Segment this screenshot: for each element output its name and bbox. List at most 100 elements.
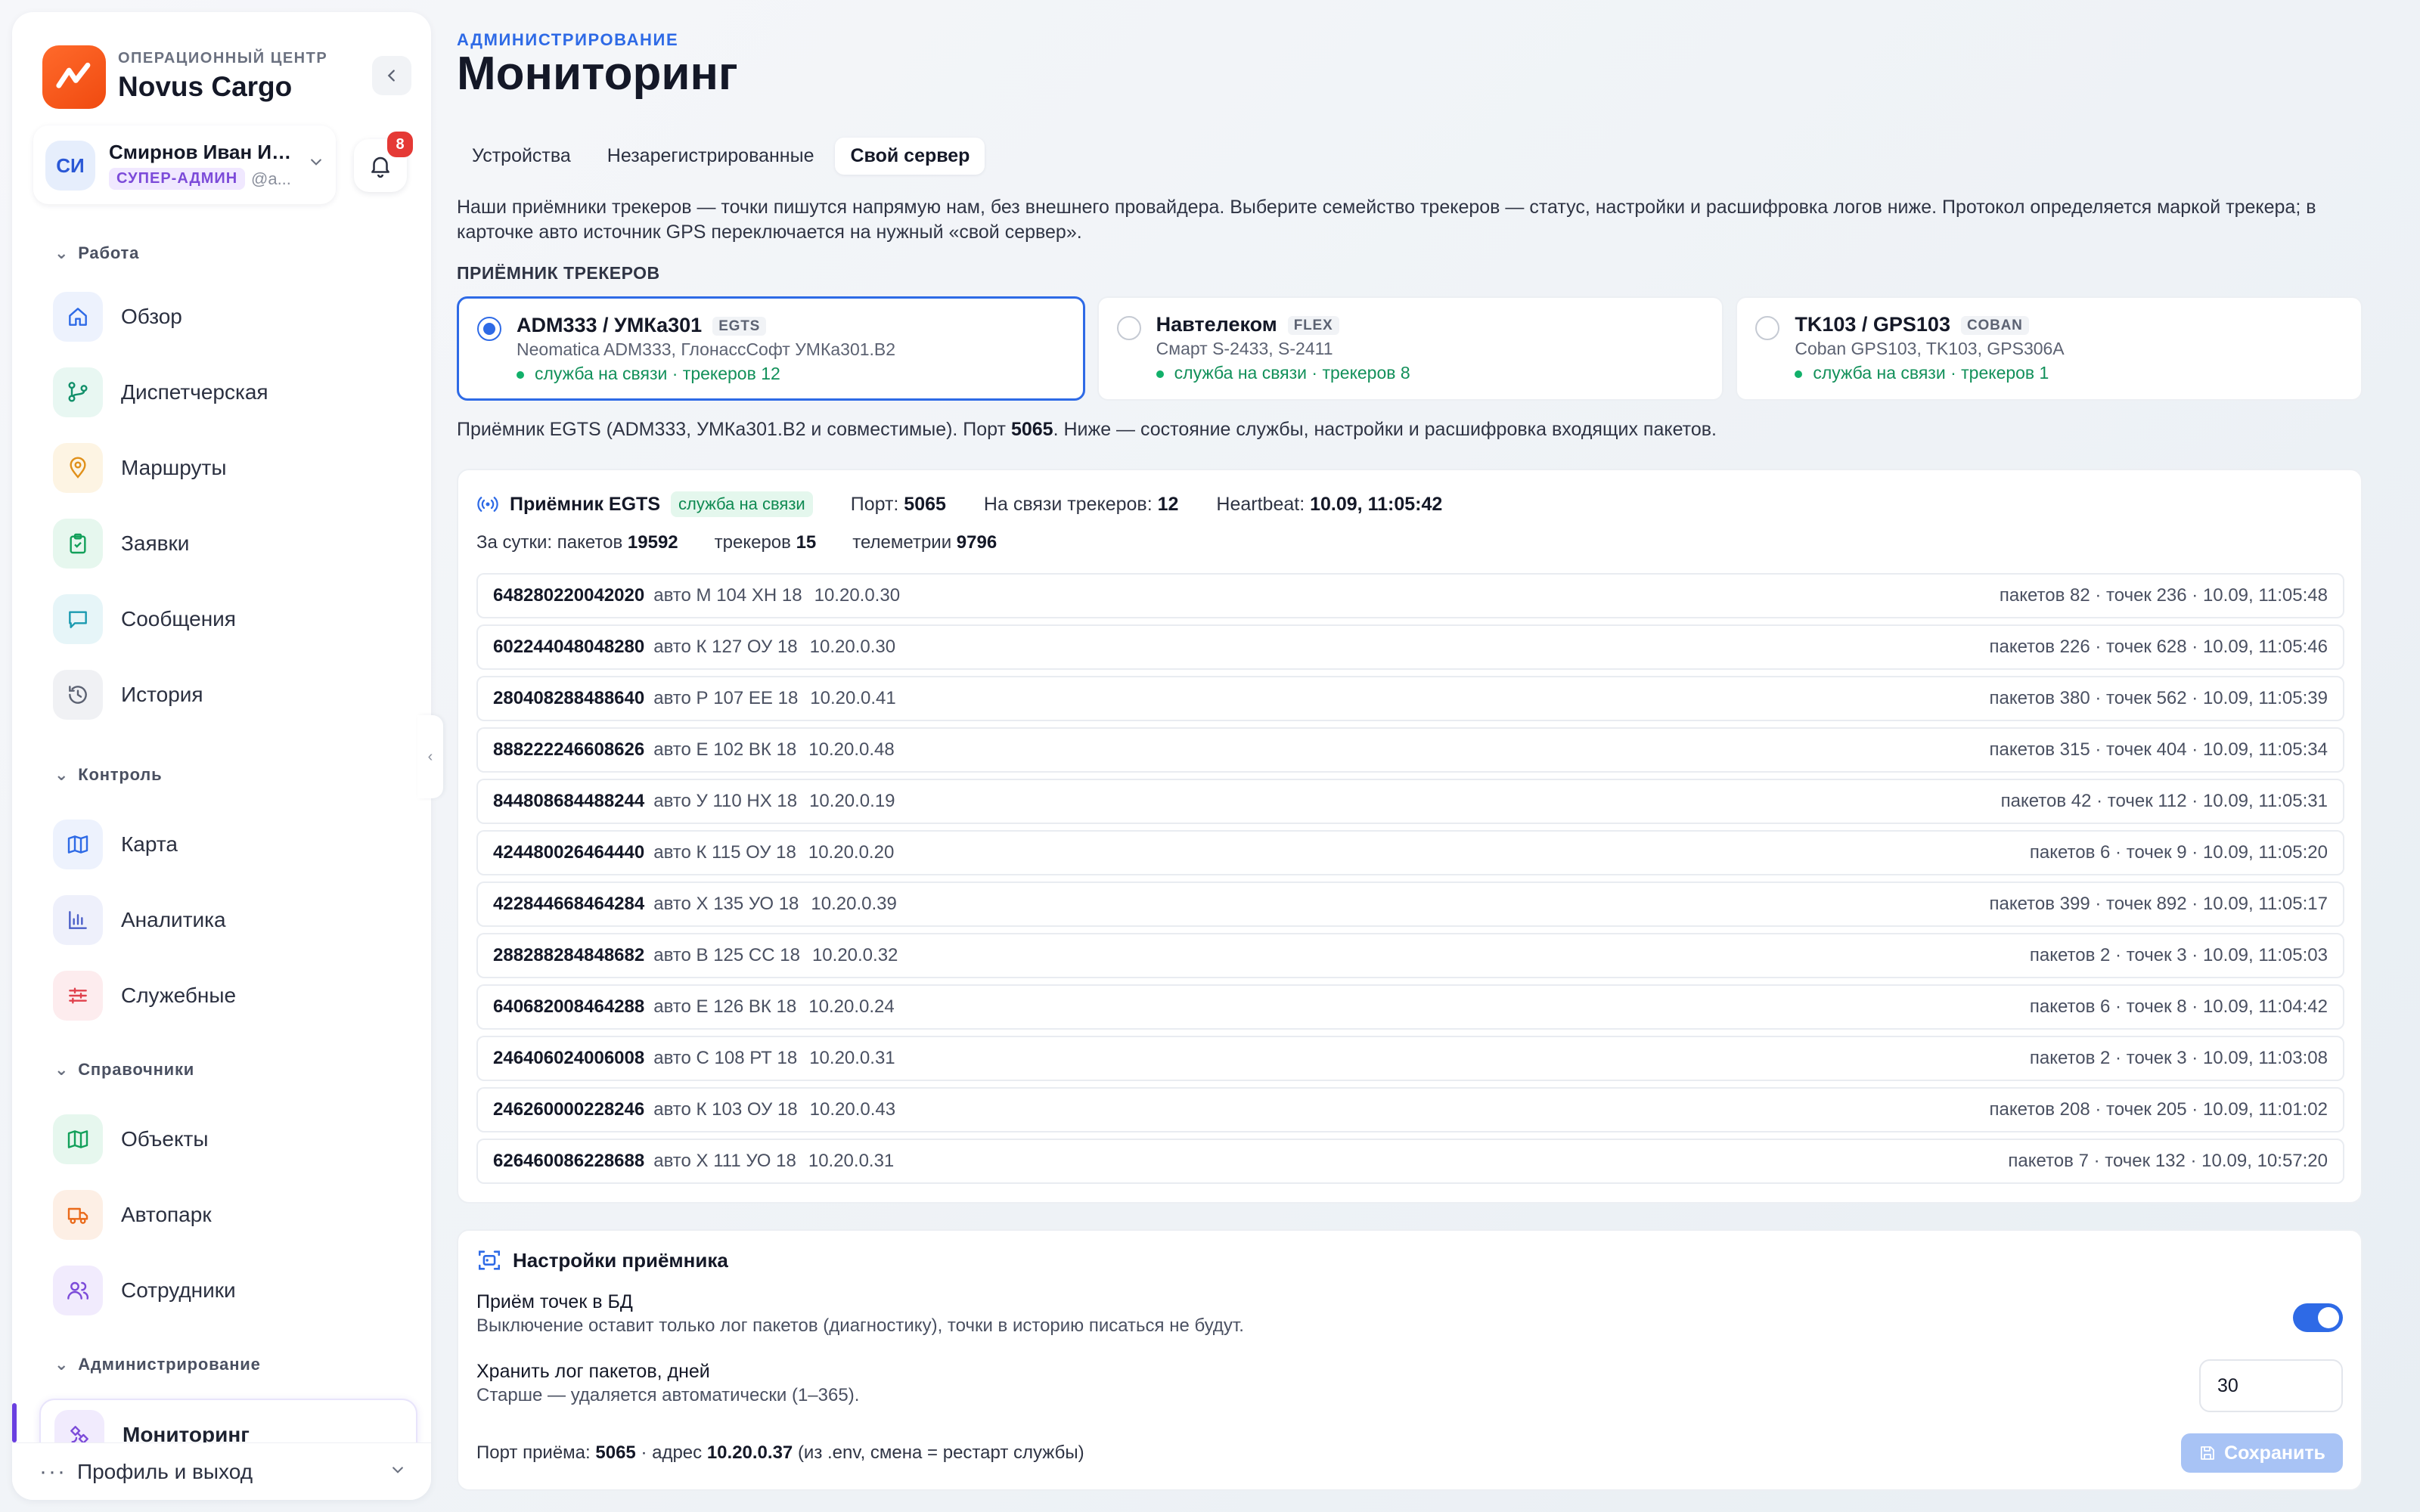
log-days-input[interactable] [2199, 1359, 2343, 1412]
page: ОПЕРАЦИОННЫЙ ЦЕНТР Novus Cargo СИ Смирно… [0, 0, 2420, 1512]
tracker-car: авто У 110 НХ 18 [653, 791, 798, 811]
table-row[interactable]: 246406024006008 авто С 108 РТ 18 10.20.0.3… [476, 1036, 2344, 1081]
nav-item-orders[interactable]: Заявки [39, 513, 417, 575]
table-row[interactable]: 280408288488640 авто Р 107 ЕЕ 18 10.20.0.4… [476, 676, 2344, 721]
save-button[interactable]: Сохранить [2181, 1433, 2343, 1473]
nav-item-fleet[interactable]: Автопарк [39, 1184, 417, 1246]
log-setting-title: Хранить лог пакетов, дней [476, 1361, 710, 1382]
brand: ОПЕРАЦИОННЫЙ ЦЕНТР Novus Cargo [32, 33, 410, 109]
chat-icon [53, 594, 103, 644]
nav-item-dispatch[interactable]: Диспетчерская [39, 361, 417, 423]
tracker-imei: 280408288488640 [493, 688, 645, 708]
tab-own-server[interactable]: Свой сервер [835, 138, 985, 175]
service-header: Приёмник EGTS служба на связи Порт: 5065… [476, 491, 1442, 517]
nav-section-control[interactable]: ⌄ Контроль [54, 765, 162, 785]
profile-menu[interactable]: ··· Профиль и выход [12, 1442, 431, 1500]
tracker-stats: пакетов 6 · точек 9 · 10.09, 11:05:20 [2029, 842, 2328, 863]
user-role-badge: СУПЕР-АДМИН [109, 168, 246, 190]
protocol-tag: EGTS [712, 316, 767, 336]
table-row[interactable]: 246260000228246 авто К 103 ОУ 18 10.20.0.4… [476, 1087, 2344, 1132]
receiver-card-coban[interactable]: TK103 / GPS103 COBAN Coban GPS103, TK103,… [1736, 296, 2363, 401]
page-title: Мониторинг [457, 48, 738, 100]
table-row[interactable]: 422844668464284 авто Х 135 УО 18 10.20.0.3… [476, 881, 2344, 927]
db-points-toggle[interactable] [2293, 1303, 2343, 1332]
receiver-description: Приёмник EGTS (ADM333, УМКа301.В2 и совм… [457, 419, 1717, 440]
user-menu[interactable]: СИ Смирнов Иван Ив... СУПЕР-АДМИН @a... [33, 125, 336, 204]
protocol-tag: FLEX [1287, 315, 1339, 335]
save-icon [2201, 1446, 2214, 1460]
nav-label: Объекты [121, 1127, 209, 1151]
nav-label: Автопарк [121, 1203, 212, 1226]
table-row[interactable]: 602244048048280 авто К 127 ОУ 18 10.20.0.3… [476, 624, 2344, 670]
status-badge: служба на связи [671, 491, 813, 517]
tracker-imei: 422844668464284 [493, 894, 645, 914]
brand-logo-icon [42, 45, 106, 109]
map-icon [53, 820, 103, 869]
tracker-car: авто М 104 ХН 18 [653, 585, 802, 606]
tab-unregistered[interactable]: Незарегистрированные [592, 138, 830, 175]
nav-item-objects[interactable]: Объекты [39, 1108, 417, 1170]
tracker-ip: 10.20.0.31 [809, 1048, 895, 1068]
nav-label: Диспетчерская [121, 380, 268, 404]
nav-item-history[interactable]: История [39, 664, 417, 726]
tracker-ip: 10.20.0.39 [811, 894, 897, 914]
nav-section-directories[interactable]: ⌄ Справочники [54, 1060, 194, 1080]
sidebar: ОПЕРАЦИОННЫЙ ЦЕНТР Novus Cargo СИ Смирно… [12, 12, 431, 1500]
table-row[interactable]: 888222246608626 авто Е 102 ВК 18 10.20.0.4… [476, 727, 2344, 773]
nav-item-staff[interactable]: Сотрудники [39, 1259, 417, 1321]
chevron-down-icon [390, 1461, 405, 1483]
chevron-left-icon: ‹ [427, 748, 433, 765]
receiver-card-flex[interactable]: Навтелеком FLEX Смарт S-2433, S-2411 служ… [1097, 296, 1724, 401]
nav-item-service[interactable]: Служебные [39, 965, 417, 1027]
tracker-imei: 602244048048280 [493, 637, 645, 657]
port-info: Порт приёма: 5065 · адрес 10.20.0.37 (из… [476, 1442, 1084, 1463]
sidebar-resize-handle[interactable]: ‹ [417, 715, 443, 798]
tab-devices[interactable]: Устройства [457, 138, 586, 175]
collapse-sidebar-button[interactable] [372, 56, 411, 95]
intro-text: Наши приёмники трекеров — точки пишутся … [457, 197, 2316, 243]
daily-stats: За сутки: пакетов 19592 трекеров 15 теле… [476, 532, 997, 553]
receiver-models: Coban GPS103, TK103, GPS306A [1795, 339, 2065, 358]
table-row[interactable]: 844808684488244 авто У 110 НХ 18 10.20.0.1… [476, 779, 2344, 824]
table-row[interactable]: 640682008464288 авто Е 126 ВК 18 10.20.0.2… [476, 984, 2344, 1030]
table-row[interactable]: 626460086228688 авто Х 111 УО 18 10.20.0.3… [476, 1139, 2344, 1184]
history-icon [53, 670, 103, 720]
tracker-car: авто Е 102 ВК 18 [653, 739, 797, 760]
tracker-car: авто К 127 ОУ 18 [653, 637, 798, 657]
radio-unselected[interactable] [1755, 316, 1780, 340]
table-row[interactable]: 424480026464440 авто К 115 ОУ 18 10.20.0.2… [476, 830, 2344, 875]
tracker-stats: пакетов 208 · точек 205 · 10.09, 11:01:0… [1989, 1099, 2328, 1120]
service-name: Приёмник EGTS [510, 493, 660, 515]
tracker-imei: 246260000228246 [493, 1099, 645, 1120]
tracker-imei: 888222246608626 [493, 739, 645, 760]
radio-unselected[interactable] [1116, 316, 1141, 340]
nav-section-admin[interactable]: ⌄ Администрирование [54, 1355, 261, 1374]
receivers-label: ПРИЁМНИК ТРЕКЕРОВ [457, 263, 660, 283]
db-setting-title: Приём точек в БД [476, 1291, 633, 1312]
nav-item-overview[interactable]: Обзор [39, 286, 417, 348]
receiver-settings-panel: Настройки приёмника Приём точек в БД Вык… [457, 1229, 2363, 1491]
tabs: Устройства Незарегистрированные Свой сер… [457, 138, 985, 175]
table-row[interactable]: 648280220042020 авто М 104 ХН 18 10.20.0.3… [476, 573, 2344, 618]
profile-label: Профиль и выход [76, 1459, 253, 1483]
nav-label: Маршруты [121, 456, 227, 479]
nav-item-messages[interactable]: Сообщения [39, 588, 417, 650]
broadcast-icon [477, 497, 498, 512]
notifications-button[interactable]: 8 [354, 132, 413, 192]
heartbeat: 10.09, 11:05:42 [1310, 493, 1443, 515]
table-row[interactable]: 288288284848682 авто В 125 СС 18 10.20.0.3… [476, 933, 2344, 978]
radio-selected[interactable] [477, 317, 501, 341]
receiver-status: служба на связи · трекеров 8 [1156, 363, 1410, 383]
nav-item-analytics[interactable]: Аналитика [39, 889, 417, 951]
nav-item-map[interactable]: Карта [39, 813, 417, 875]
service-port: 5065 [904, 493, 946, 515]
users-icon [53, 1266, 103, 1315]
receiver-card-egts[interactable]: ADM333 / УМКа301 EGTS Neomatica ADM333, Г… [457, 296, 1085, 401]
nav-item-routes[interactable]: Маршруты [39, 437, 417, 499]
tracker-imei: 424480026464440 [493, 842, 645, 863]
protocol-tag: COBAN [1960, 315, 2029, 335]
nav-label: Сотрудники [121, 1278, 236, 1302]
nav-label: Служебные [121, 984, 237, 1007]
nav-section-work[interactable]: ⌄ Работа [54, 243, 139, 263]
brand-subtitle: ОПЕРАЦИОННЫЙ ЦЕНТР [118, 50, 328, 67]
